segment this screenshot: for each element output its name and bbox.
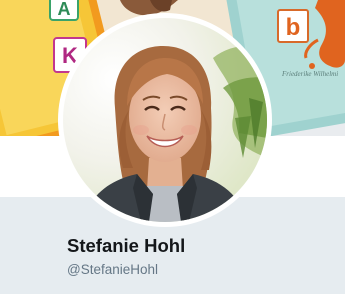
profile-display-name[interactable]: Stefanie Hohl	[67, 235, 185, 257]
profile-screen-name[interactable]: @StefanieHohl	[67, 262, 158, 278]
svg-text:A: A	[58, 0, 71, 19]
profile-card: A K b Friederike Wilhelmi Stefanie Hohl …	[0, 0, 345, 294]
letter-card-b: b	[277, 9, 309, 43]
letter-card-a: A	[49, 0, 79, 21]
svg-text:b: b	[286, 14, 301, 41]
avatar-photo	[63, 18, 267, 222]
profile-avatar[interactable]	[58, 13, 272, 227]
svg-text:Friederike Wilhelmi: Friederike Wilhelmi	[281, 70, 338, 78]
